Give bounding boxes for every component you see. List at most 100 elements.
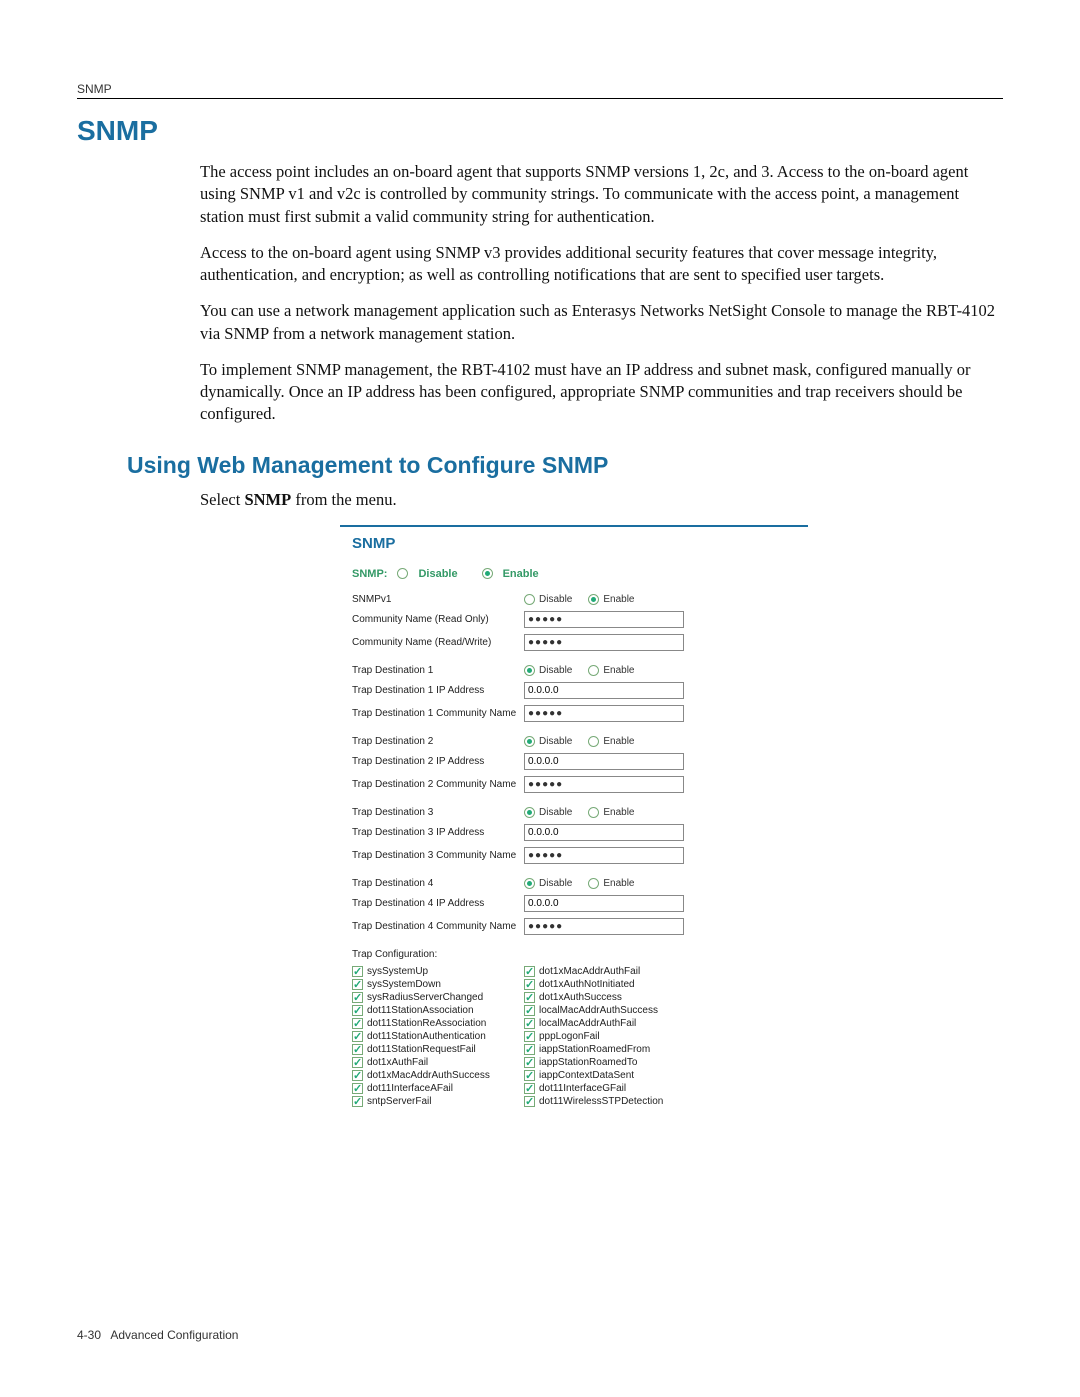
community-ro-input[interactable]: ●●●●●: [524, 611, 684, 628]
trap-checkbox-right-1[interactable]: [524, 979, 535, 990]
trap-item: dot1xMacAddrAuthFail: [524, 966, 696, 977]
trap-text: localMacAddrAuthSuccess: [539, 1005, 658, 1016]
trap-dest-2-disable-radio[interactable]: [524, 736, 535, 747]
trap-item: dot11StationAuthentication: [352, 1031, 524, 1042]
trap-checkbox-right-6[interactable]: [524, 1044, 535, 1055]
trap-dest-3-ip-input[interactable]: [524, 824, 684, 841]
trap-dest-1-comm-input[interactable]: ●●●●●: [524, 705, 684, 722]
community-ro-label: Community Name (Read Only): [352, 614, 524, 625]
snmp-disable-radio[interactable]: [397, 568, 408, 579]
snmp-enable-radio[interactable]: [482, 568, 493, 579]
trap-dest-2-comm-input[interactable]: ●●●●●: [524, 776, 684, 793]
trap-item: dot1xAuthNotInitiated: [524, 979, 696, 990]
trap-dest-4-comm-input[interactable]: ●●●●●: [524, 918, 684, 935]
trap-dest-3-comm-input[interactable]: ●●●●●: [524, 847, 684, 864]
trap-dest-1-disable-radio[interactable]: [524, 665, 535, 676]
header-rule: [77, 98, 1003, 99]
snmp-config-panel: SNMP SNMP: Disable Enable SNMPv1 Disable…: [340, 525, 808, 1109]
trap-text: dot11StationAuthentication: [367, 1031, 486, 1042]
trap-item: dot11StationRequestFail: [352, 1044, 524, 1055]
trap-checkbox-left-7[interactable]: [352, 1057, 363, 1068]
trap-text: iappStationRoamedFrom: [539, 1044, 650, 1055]
panel-title: SNMP: [352, 535, 808, 552]
trap-checkbox-right-9[interactable]: [524, 1083, 535, 1094]
trap-checkbox-left-4[interactable]: [352, 1018, 363, 1029]
trap-dest-2-enable-radio[interactable]: [588, 736, 599, 747]
trap-dest-2-ip-input[interactable]: [524, 753, 684, 770]
page-title: SNMP: [77, 115, 1003, 147]
trap-checkbox-grid: sysSystemUp sysSystemDown sysRadiusServe…: [352, 966, 808, 1109]
trap-text: dot11WirelessSTPDetection: [539, 1096, 663, 1107]
trap-dest-1-ip-input[interactable]: [524, 682, 684, 699]
trap-item: iappContextDataSent: [524, 1070, 696, 1081]
community-rw-input[interactable]: ●●●●●: [524, 634, 684, 651]
select-prefix: Select: [200, 490, 244, 509]
trap-checkbox-left-10[interactable]: [352, 1096, 363, 1107]
trap-item: dot11WirelessSTPDetection: [524, 1096, 696, 1107]
trap-dest-4-disable-radio[interactable]: [524, 878, 535, 889]
trap-dest-4-enable-label: Enable: [603, 878, 634, 889]
intro-paragraph-1: The access point includes an on-board ag…: [77, 161, 1003, 228]
trap-dest-3-label: Trap Destination 3: [352, 807, 524, 818]
footer-label: Advanced Configuration: [110, 1328, 238, 1342]
trap-item: pppLogonFail: [524, 1031, 696, 1042]
trap-checkbox-left-8[interactable]: [352, 1070, 363, 1081]
trap-checkbox-left-0[interactable]: [352, 966, 363, 977]
trap-checkbox-right-4[interactable]: [524, 1018, 535, 1029]
trap-config-label: Trap Configuration:: [352, 949, 524, 960]
trap-item: dot1xAuthSuccess: [524, 992, 696, 1003]
trap-checkbox-right-0[interactable]: [524, 966, 535, 977]
intro-paragraph-4: To implement SNMP management, the RBT-41…: [77, 359, 1003, 426]
snmpv1-enable-radio[interactable]: [588, 594, 599, 605]
trap-dest-1-enable-radio[interactable]: [588, 665, 599, 676]
trap-checkbox-left-2[interactable]: [352, 992, 363, 1003]
trap-dest-2-ip-label: Trap Destination 2 IP Address: [352, 756, 524, 767]
trap-dest-2-disable-label: Disable: [539, 736, 572, 747]
trap-dest-4-ip-input[interactable]: [524, 895, 684, 912]
trap-checkbox-right-5[interactable]: [524, 1031, 535, 1042]
trap-dest-4-enable-radio[interactable]: [588, 878, 599, 889]
trap-checkbox-right-7[interactable]: [524, 1057, 535, 1068]
trap-item: sysRadiusServerChanged: [352, 992, 524, 1003]
trap-item: dot11StationAssociation: [352, 1005, 524, 1016]
trap-checkbox-left-6[interactable]: [352, 1044, 363, 1055]
trap-checkbox-right-2[interactable]: [524, 992, 535, 1003]
trap-item: dot11InterfaceGFail: [524, 1083, 696, 1094]
trap-dest-3-enable-label: Enable: [603, 807, 634, 818]
trap-text: dot11StationRequestFail: [367, 1044, 476, 1055]
trap-checkbox-right-8[interactable]: [524, 1070, 535, 1081]
trap-dest-1-enable-label: Enable: [603, 665, 634, 676]
trap-text: dot11InterfaceAFail: [367, 1083, 453, 1094]
trap-item: sysSystemDown: [352, 979, 524, 990]
trap-dest-3-disable-radio[interactable]: [524, 807, 535, 818]
trap-checkbox-right-3[interactable]: [524, 1005, 535, 1016]
snmpv1-disable-label: Disable: [539, 594, 572, 605]
select-suffix: from the menu.: [291, 490, 396, 509]
intro-paragraph-2: Access to the on-board agent using SNMP …: [77, 242, 1003, 287]
trap-checkbox-left-5[interactable]: [352, 1031, 363, 1042]
snmp-label: SNMP:: [352, 568, 387, 580]
trap-text: iappStationRoamedTo: [539, 1057, 637, 1068]
trap-dest-3-disable-label: Disable: [539, 807, 572, 818]
trap-dest-3-enable-radio[interactable]: [588, 807, 599, 818]
trap-item: sntpServerFail: [352, 1096, 524, 1107]
trap-text: iappContextDataSent: [539, 1070, 634, 1081]
trap-item: localMacAddrAuthSuccess: [524, 1005, 696, 1016]
snmp-disable-radio-label: Disable: [418, 568, 457, 580]
snmpv1-disable-radio[interactable]: [524, 594, 535, 605]
community-rw-label: Community Name (Read/Write): [352, 637, 524, 648]
trap-checkbox-left-3[interactable]: [352, 1005, 363, 1016]
trap-dest-2-comm-label: Trap Destination 2 Community Name: [352, 779, 524, 790]
trap-checkbox-left-1[interactable]: [352, 979, 363, 990]
page-number: 4-30: [77, 1328, 101, 1342]
trap-dest-3-ip-label: Trap Destination 3 IP Address: [352, 827, 524, 838]
trap-text: dot11InterfaceGFail: [539, 1083, 626, 1094]
trap-item: dot1xMacAddrAuthSuccess: [352, 1070, 524, 1081]
trap-dest-1-disable-label: Disable: [539, 665, 572, 676]
trap-checkbox-right-10[interactable]: [524, 1096, 535, 1107]
trap-checkbox-left-9[interactable]: [352, 1083, 363, 1094]
snmpv1-label: SNMPv1: [352, 594, 524, 605]
trap-text: dot11StationAssociation: [367, 1005, 474, 1016]
trap-text: dot1xMacAddrAuthSuccess: [367, 1070, 490, 1081]
trap-text: dot1xAuthNotInitiated: [539, 979, 635, 990]
